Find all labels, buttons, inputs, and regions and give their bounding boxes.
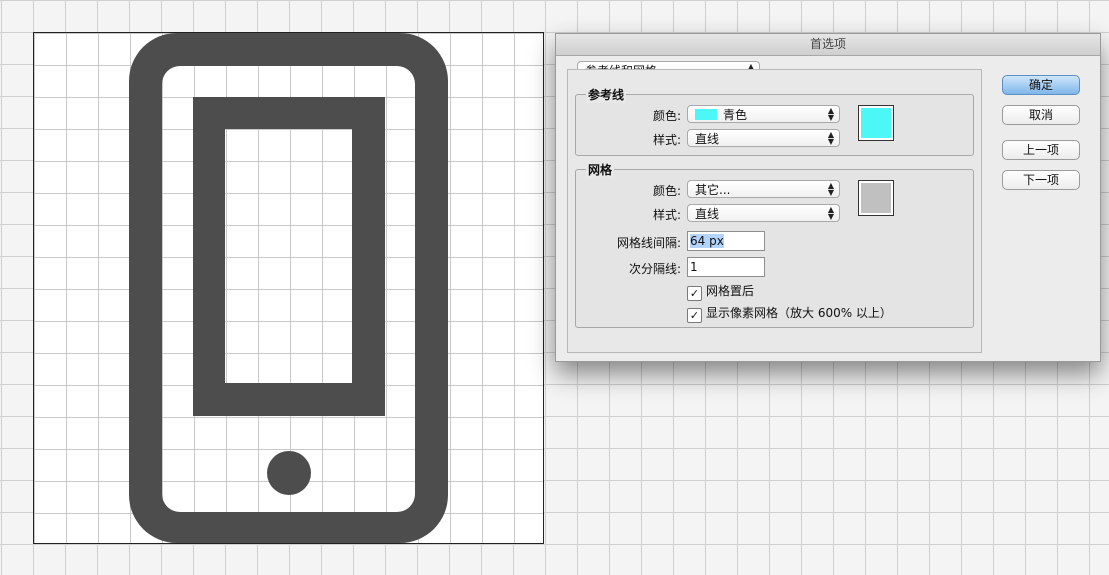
grid-color-value: 其它... [695,183,731,197]
updown-arrows-icon: ▲▼ [827,205,834,221]
grid-behind-checkbox[interactable]: ✓ [687,286,702,301]
subdivisions-label: 次分隔线: [628,262,681,276]
ok-button[interactable]: 确定 [1002,75,1080,95]
guides-style-value: 直线 [695,132,720,146]
grid-behind-checkbox-row[interactable]: ✓ 网格置后 [687,283,755,301]
guides-color-swatch [695,109,717,120]
next-button[interactable]: 下一项 [1002,170,1080,190]
guides-color-label: 颜色: [652,109,681,123]
grid-color-picker[interactable] [858,180,894,216]
phone-screen-area [225,129,352,383]
document-canvas[interactable] [33,32,544,544]
pixel-grid-checkbox-row[interactable]: ✓ 显示像素网格（放大 600% 以上） [687,305,892,323]
gridline-every-value: 64 px [690,234,724,248]
gridline-every-input[interactable]: 64 px [687,231,765,251]
updown-arrows-icon: ▲▼ [827,130,834,146]
grid-style-value: 直线 [695,207,720,221]
subdivisions-value: 1 [690,260,698,274]
gridline-every-label: 网格线间隔: [616,236,681,250]
prev-button[interactable]: 上一项 [1002,140,1080,160]
pixel-grid-label: 显示像素网格（放大 600% 以上） [706,306,892,320]
cancel-button[interactable]: 取消 [1002,105,1080,125]
guides-style-label: 样式: [652,133,681,147]
grid-color-label: 颜色: [652,184,681,198]
updown-arrows-icon: ▲▼ [827,106,834,122]
guides-color-value: 青色 [723,108,748,122]
grid-style-select[interactable]: 直线 ▲ ▼ [687,204,840,222]
guides-legend: 参考线 [586,86,627,103]
pixel-grid-checkbox[interactable]: ✓ [687,308,702,323]
settings-panel: 参考线 颜色: 青色 ▲ ▼ 样式: 直线 ▲ ▼ 网格 颜色: 其它... ▲ ▼ [567,69,982,353]
guides-color-picker[interactable] [858,105,894,141]
guides-color-preview [861,108,891,138]
preferences-dialog: 首选项 参考线和网格 ▲▼ 参考线 颜色: 青色 ▲▼ 样式: 直线 ▲▼ 网格… [555,33,1101,362]
grid-legend: 网格 [586,161,615,178]
grid-color-preview [861,183,891,213]
grid-behind-label: 网格置后 [706,284,755,298]
grid-group: 网格 颜色: 其它... ▲ ▼ 样式: 直线 ▲ ▼ 网格线间隔: 64 px 次… [575,161,974,328]
updown-arrows-icon: ▲▼ [827,181,834,197]
guides-group: 参考线 颜色: 青色 ▲ ▼ 样式: 直线 ▲ ▼ [575,86,974,156]
guides-color-select[interactable]: 青色 ▲ ▼ [687,105,840,123]
phone-home-button-icon [267,451,311,495]
subdivisions-input[interactable]: 1 [687,257,765,277]
grid-style-label: 样式: [652,208,681,222]
grid-color-select[interactable]: 其它... ▲ ▼ [687,180,840,198]
guides-style-select[interactable]: 直线 ▲ ▼ [687,129,840,147]
dialog-title: 首选项 [556,34,1100,56]
